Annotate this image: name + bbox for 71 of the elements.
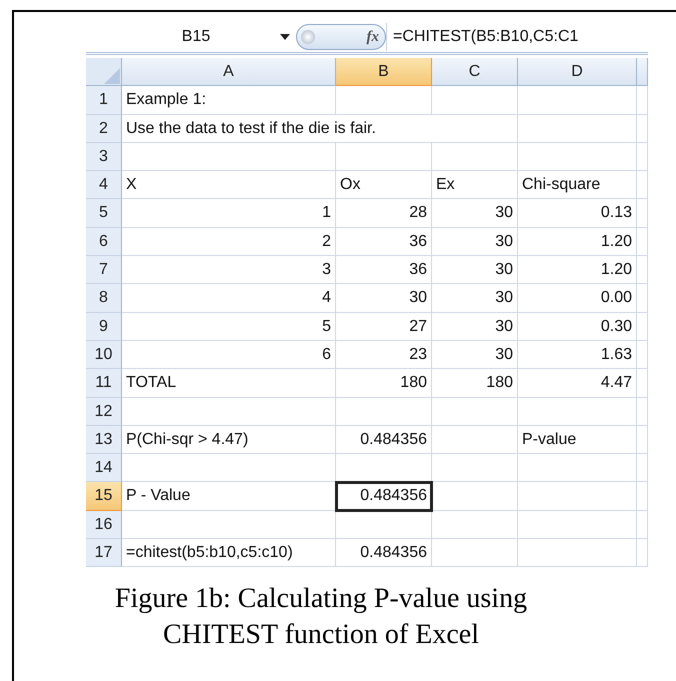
table-cell: 36 (336, 228, 432, 256)
table-cell: P - Value (122, 482, 336, 511)
table-cell: 30 (432, 340, 518, 370)
table-cell: 0.484356 (336, 482, 432, 511)
table-cell: 30 (432, 256, 518, 284)
figure-caption: Figure 1b: Calculating P-value using CHITEST function of Excel (114, 582, 528, 652)
table-cell: X (122, 171, 336, 200)
formula-field[interactable]: =CHITEST(B5:B10,C5:C1 (386, 23, 648, 51)
name-box[interactable]: B15 (86, 23, 296, 51)
row-header[interactable]: 10 (86, 340, 122, 370)
table-cell: 30 (432, 228, 518, 256)
table-cell: 30 (432, 199, 518, 228)
table-cell: P-value (518, 426, 637, 454)
table-cell: 23 (336, 340, 432, 370)
table-cell: 5 (122, 312, 336, 341)
table-cell: Example 1: (122, 86, 336, 115)
table-cell: 4 (122, 284, 336, 313)
table-cell: 180 (336, 369, 432, 398)
column-header[interactable]: D (518, 58, 637, 86)
column-header[interactable]: C (432, 58, 518, 86)
row-header[interactable]: 5 (86, 199, 122, 228)
row-header[interactable]: 1 (86, 86, 122, 115)
table-cell: TOTAL (122, 369, 336, 398)
insert-function-button[interactable]: fx (366, 28, 379, 46)
table-cell: 0.00 (518, 284, 637, 313)
table-cell: 0.484356 (336, 426, 432, 454)
select-all-button[interactable] (86, 58, 122, 86)
triangle-icon (103, 67, 121, 86)
row-header[interactable]: 16 (86, 510, 122, 540)
table-cell: 4.47 (518, 369, 637, 398)
table-cell: Ox (336, 171, 432, 200)
column-header[interactable]: B (336, 58, 432, 86)
table-cell: 1.63 (518, 340, 637, 370)
formula-toggle[interactable]: fx (296, 24, 386, 50)
table-cell: 6 (122, 340, 336, 370)
row-header[interactable]: 2 (86, 114, 122, 143)
table-cell: =chitest(b5:b10,c5:c10) (122, 539, 336, 568)
row-header[interactable]: 8 (86, 284, 122, 313)
table-cell: 1.20 (518, 256, 637, 284)
row-header[interactable]: 13 (86, 426, 122, 454)
table-cell: Use the data to test if the die is fair. (122, 114, 518, 143)
table-cell: 30 (432, 312, 518, 341)
column-header[interactable]: A (122, 58, 336, 86)
column-header[interactable] (637, 58, 648, 86)
table-cell: 0.13 (518, 199, 637, 228)
table-cell: Ex (432, 171, 518, 200)
table-cell: Chi-square (518, 171, 637, 200)
table-cell: 28 (336, 199, 432, 228)
row-header[interactable]: 4 (86, 171, 122, 200)
table-cell: 2 (122, 228, 336, 256)
table-cell: 0.30 (518, 312, 637, 341)
row-header[interactable]: 3 (86, 142, 122, 172)
row-header[interactable]: 11 (86, 369, 122, 398)
row-header[interactable]: 7 (86, 256, 122, 284)
table-cell: 30 (336, 284, 432, 313)
table-cell: 36 (336, 256, 432, 284)
row-header[interactable]: 12 (86, 398, 122, 426)
row-header[interactable]: 6 (86, 228, 122, 256)
table-cell: 27 (336, 312, 432, 341)
table-cell: 180 (432, 369, 518, 398)
table-cell: 3 (122, 256, 336, 284)
row-header[interactable]: 15 (86, 482, 122, 511)
caret-icon[interactable] (280, 34, 290, 40)
row-header[interactable]: 9 (86, 312, 122, 341)
table-cell: P(Chi-sqr > 4.47) (122, 426, 336, 454)
table-cell: 1 (122, 199, 336, 228)
row-header[interactable]: 17 (86, 539, 122, 568)
row-header[interactable]: 14 (86, 454, 122, 482)
table-cell: 0.484356 (336, 539, 432, 568)
table-cell: 30 (432, 284, 518, 313)
table-cell: 1.20 (518, 228, 637, 256)
